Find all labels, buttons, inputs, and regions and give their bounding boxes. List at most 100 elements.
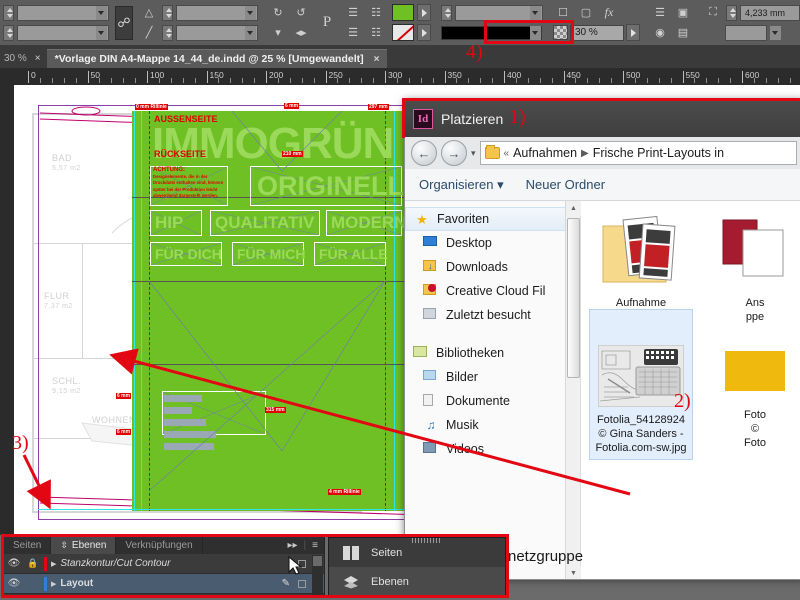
shear-icon[interactable]: △ (139, 4, 159, 22)
chevron-down-icon[interactable] (96, 26, 107, 40)
text-achtung-body[interactable]: Designelemente, die in der Druckdatei en… (153, 174, 227, 200)
chevron-down-icon[interactable] (530, 6, 541, 20)
align-middle-icon[interactable]: ◉ (650, 24, 670, 42)
y-position-field[interactable] (17, 25, 109, 41)
panel-scrollbar-thumb[interactable] (313, 556, 322, 566)
chevron-down-icon[interactable] (96, 6, 107, 20)
sidebar-item-downloads[interactable]: ↓ Downloads (405, 255, 580, 279)
scroll-down-icon[interactable]: ▼ (566, 566, 581, 580)
stroke-color-picker-button[interactable] (417, 24, 431, 41)
text-frame-options-icon[interactable]: P (317, 14, 337, 32)
scroll-up-icon[interactable]: ▲ (566, 201, 581, 216)
sidebar-item-videos[interactable]: Videos (405, 437, 580, 461)
tab-verknuepfungen[interactable]: Verknüpfungen (116, 537, 202, 554)
stroke-color-swatch[interactable] (392, 24, 414, 41)
corner-radius-field[interactable]: 4,233 mm (740, 5, 800, 21)
history-dropdown-icon[interactable]: ▾ (471, 148, 476, 159)
chevron-down-icon[interactable] (245, 6, 256, 20)
effects-icon[interactable]: fx (599, 4, 619, 22)
sidebar-item-dokumente[interactable]: Dokumente (405, 389, 580, 413)
organize-menu-button[interactable]: Organisieren ▾ (419, 177, 504, 193)
sidebar-item-musik[interactable]: ♫ Musik (405, 413, 580, 437)
panel-flyout-menu[interactable]: Seiten Ebenen (328, 537, 506, 598)
frame-fuer-mich[interactable]: FÜR MICH (232, 242, 304, 266)
frame-qualitativ[interactable]: QUALITATIV (210, 210, 320, 236)
file-item-aufnahme[interactable]: Aufnahme (589, 207, 693, 311)
rotate-cw-icon[interactable]: ↺ (291, 4, 311, 22)
back-button[interactable]: ← (411, 140, 437, 166)
frame-modern[interactable]: MODERN (326, 210, 402, 236)
panel-drag-handle[interactable] (412, 538, 440, 543)
stroke-style-field[interactable] (441, 26, 542, 40)
shear-field[interactable] (176, 25, 258, 41)
sidebar-item-bibliotheken[interactable]: Bibliotheken (405, 341, 580, 365)
vertical-ruler[interactable] (0, 85, 14, 535)
breadcrumb-item-aufnahmen[interactable]: Aufnahmen (513, 146, 577, 160)
opacity-value[interactable]: 30 % (570, 25, 624, 41)
address-bar[interactable]: « Aufnahmen ▶ Frische Print-Layouts in (480, 141, 797, 165)
breadcrumb-overflow[interactable]: « (504, 148, 510, 159)
flip-horizontal-icon[interactable]: ◂▸ (291, 24, 311, 42)
sidebar-item-creative-cloud-files[interactable]: Creative Cloud Fil (405, 279, 580, 303)
container-select-icon[interactable]: ▢ (576, 4, 596, 22)
close-icon[interactable]: × (35, 53, 41, 64)
text-headline[interactable]: IMMOGRÜN (152, 119, 393, 169)
sidebar-item-bilder[interactable]: Bilder (405, 365, 580, 389)
layer-target-checkbox[interactable] (298, 580, 306, 588)
distribute-horizontal-icon[interactable]: ☷ (366, 4, 386, 22)
y-position-stepper[interactable] (3, 25, 14, 41)
align-bottom-vertical-icon[interactable]: ▤ (673, 24, 693, 42)
x-position-field[interactable] (17, 5, 109, 21)
link-icon[interactable]: ☍ (115, 6, 133, 40)
panel-scrollbar[interactable] (312, 555, 323, 596)
flyout-item-ebenen[interactable]: Ebenen (329, 567, 505, 596)
new-folder-button[interactable]: Neuer Ordner (526, 177, 605, 192)
rotation-stepper[interactable] (162, 5, 173, 21)
tab-ebenen[interactable]: ⇳ Ebenen (51, 537, 116, 554)
frame-hip[interactable]: HIP (150, 210, 202, 236)
align-top-icon[interactable]: ☰ (343, 4, 363, 22)
file-item-fotolia-second[interactable]: Foto © Foto (703, 309, 800, 450)
flip-vertical-icon[interactable]: ▾ (268, 24, 288, 42)
stroke-weight-field[interactable] (455, 5, 543, 21)
lock-icon[interactable]: 🔒 (26, 558, 40, 569)
panel-menu-icon[interactable]: ≡ (312, 540, 318, 551)
corner-shape-icon[interactable]: ⛶ (703, 4, 723, 22)
frame-originell[interactable]: ORIGINELL (250, 166, 402, 206)
forward-button[interactable]: → (441, 140, 467, 166)
align-bottom-icon[interactable]: ☰ (343, 24, 363, 42)
chevron-down-icon[interactable] (245, 26, 256, 40)
ruler-origin[interactable] (0, 68, 28, 85)
fill-color-swatch[interactable] (392, 4, 414, 21)
close-icon[interactable]: × (374, 54, 380, 65)
panel-group-layers[interactable]: Seiten ⇳ Ebenen Verknüpfungen ▸▸ | ≡ 👁 🔒… (3, 536, 325, 598)
align-left-icon[interactable]: ☰ (650, 4, 670, 22)
fill-color-picker-button[interactable] (417, 4, 431, 21)
eye-icon[interactable]: 👁 (6, 558, 22, 569)
stroke-weight-stepper[interactable] (441, 5, 452, 21)
x-position-stepper[interactable] (3, 5, 14, 21)
rotate-ccw-icon[interactable]: ↻ (268, 4, 288, 22)
document-spread[interactable]: AUSSENSEITE IMMOGRÜN RÜCKSEITE ACHTUNG: … (38, 105, 428, 520)
collapse-panel-icon[interactable]: ▸▸ (288, 540, 298, 551)
opacity-popup-button[interactable] (626, 24, 640, 41)
nav-pane-scrollbar[interactable]: ▲ ▼ (565, 201, 580, 580)
align-center-vertical-icon[interactable]: ▣ (673, 4, 693, 22)
chevron-right-icon[interactable]: ▶ (51, 560, 56, 568)
chevron-right-icon[interactable]: ▶ (51, 580, 56, 588)
shear-stepper[interactable] (162, 25, 173, 41)
distribute-vertical-icon[interactable]: ☷ (366, 24, 386, 42)
file-item-fotolia-54128924[interactable]: Fotolia_54128924 © Gina Sanders - Fotoli… (589, 309, 693, 460)
nav-scrollbar-thumb[interactable] (567, 218, 580, 378)
text-achtung-title[interactable]: ACHTUNG: (153, 167, 185, 173)
layer-row-layout[interactable]: 👁 ▶ Layout ✎ (4, 574, 324, 594)
file-item-ansichtsmappe[interactable]: Ans ppe (703, 207, 800, 325)
horizontal-ruler[interactable]: 050100150200250300350400450500550600 (0, 68, 800, 85)
document-tab-active[interactable]: *Vorlage DIN A4-Mappe 14_44_de.indd @ 25… (47, 49, 388, 68)
dialog-navigation-pane[interactable]: ★ Favoriten Desktop ↓ Downloads Creative… (405, 201, 581, 580)
chevron-down-icon[interactable] (530, 26, 541, 40)
breadcrumb-item-print-layouts[interactable]: Frische Print-Layouts in (593, 146, 724, 160)
layer-row-stanzkontur[interactable]: 👁 🔒 ▶ Stanzkontur/Cut Contour (4, 554, 324, 574)
corner-style-field[interactable] (725, 25, 767, 41)
text-rueckseite[interactable]: RÜCKSEITE (154, 149, 206, 159)
